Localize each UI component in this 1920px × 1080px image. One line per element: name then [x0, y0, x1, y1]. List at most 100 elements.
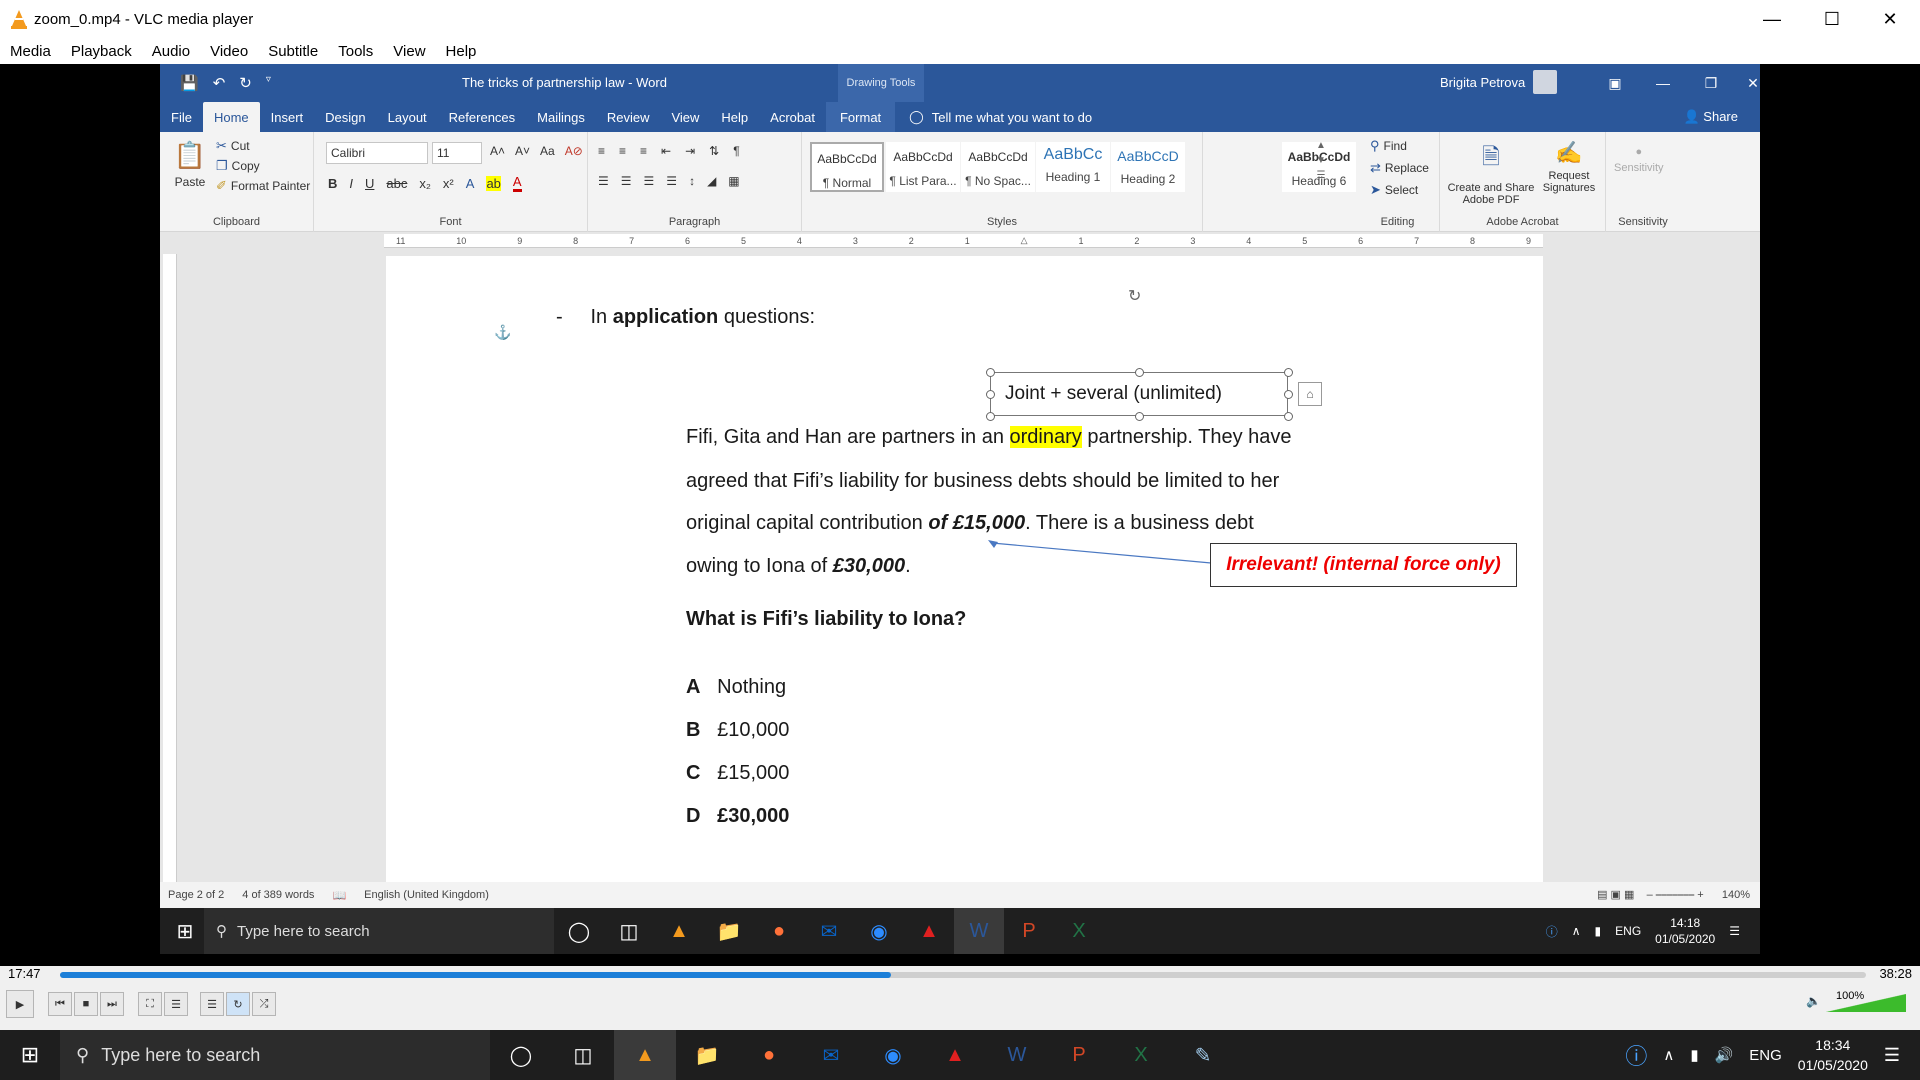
taskbar-clock[interactable]: 18:34 01/05/2020	[1798, 1035, 1868, 1075]
numbering-icon[interactable]: ≡	[619, 144, 626, 158]
align-right-icon[interactable]: ☰	[644, 174, 655, 188]
tell-me-box[interactable]: ◯ Tell me what you want to do	[909, 102, 1092, 132]
firefox-icon[interactable]: ●	[754, 908, 804, 954]
word-icon[interactable]: W	[954, 908, 1004, 954]
replace-button[interactable]: ⇄ Replace	[1370, 160, 1429, 176]
superscript-icon[interactable]: x²	[443, 176, 454, 191]
windows-start-icon[interactable]: ⊞	[160, 908, 210, 954]
fullscreen-button[interactable]: ⛶	[138, 992, 162, 1016]
excel-icon[interactable]: X	[1054, 908, 1104, 954]
callout-box[interactable]: Irrelevant! (internal force only)	[1210, 543, 1517, 587]
notification-icon[interactable]: ☰	[1884, 1045, 1900, 1066]
notification-icon[interactable]: ☰	[1729, 924, 1740, 938]
tab-format[interactable]: Format	[825, 102, 896, 132]
word-icon[interactable]: W	[986, 1030, 1048, 1080]
shrink-font-icon[interactable]: A˅	[515, 144, 530, 158]
align-left-icon[interactable]: ☰	[598, 174, 609, 188]
word-minimize-button[interactable]: —	[1640, 64, 1686, 102]
tab-home[interactable]: Home	[202, 102, 260, 132]
notepad-icon[interactable]: ✎	[1172, 1030, 1234, 1080]
proofing-icon[interactable]: 📖	[332, 889, 346, 902]
taskbar-lang[interactable]: ENG	[1749, 1047, 1782, 1064]
layout-options-icon[interactable]: ⌂	[1298, 382, 1322, 406]
seek-bar[interactable]	[60, 972, 1866, 978]
tab-acrobat[interactable]: Acrobat	[759, 102, 826, 132]
file-explorer-icon[interactable]: 📁	[704, 908, 754, 954]
customize-icon[interactable]: ▿	[266, 74, 271, 92]
excel-icon[interactable]: X	[1110, 1030, 1172, 1080]
style-no-spacing[interactable]: AaBbCcDd ¶ No Spac...	[961, 142, 1035, 192]
pilcrow-icon[interactable]: ¶	[733, 144, 739, 158]
word-restore-button[interactable]: ❐	[1688, 64, 1734, 102]
align-center-icon[interactable]: ☰	[621, 174, 632, 188]
styles-scroll[interactable]: ▲ ▼ ☰	[1316, 140, 1326, 181]
create-pdf-button[interactable]: 🗎 Create and Share Adobe PDF	[1446, 140, 1536, 206]
borders-icon[interactable]: ▦	[728, 174, 739, 188]
language[interactable]: English (United Kingdom)	[364, 889, 489, 901]
play-button[interactable]: ▶	[6, 990, 34, 1018]
resize-handle[interactable]	[986, 412, 995, 421]
cortana-icon[interactable]: ◯	[490, 1030, 552, 1080]
tab-view[interactable]: View	[660, 102, 710, 132]
zoom-icon[interactable]: ◉	[854, 908, 904, 954]
word-count[interactable]: 4 of 389 words	[242, 889, 314, 901]
minimize-button[interactable]: —	[1744, 0, 1800, 38]
windows-start-icon[interactable]: ⊞	[0, 1030, 60, 1080]
find-button[interactable]: ⚲ Find	[1370, 138, 1407, 154]
resize-handle[interactable]	[1135, 412, 1144, 421]
resize-handle[interactable]	[986, 368, 995, 377]
share-button[interactable]: 👤 Share	[1683, 109, 1738, 125]
tab-references[interactable]: References	[438, 102, 526, 132]
tab-design[interactable]: Design	[314, 102, 376, 132]
stop-button[interactable]: ■	[74, 992, 98, 1016]
video-area[interactable]: 💾 ↶ ↻ ▿ The tricks of partnership law - …	[0, 64, 1920, 966]
style-list-paragraph[interactable]: AaBbCcDd ¶ List Para...	[886, 142, 960, 192]
menu-tools[interactable]: Tools	[328, 43, 383, 60]
inner-lang[interactable]: ENG	[1615, 924, 1641, 938]
sort-icon[interactable]: ⇅	[709, 144, 719, 158]
highlight-icon[interactable]: ab	[486, 175, 501, 191]
previous-button[interactable]: ⏮	[48, 992, 72, 1016]
cortana-icon[interactable]: ◯	[554, 908, 604, 954]
style-heading-2[interactable]: AaBbCcD Heading 2	[1111, 142, 1185, 192]
tab-review[interactable]: Review	[596, 102, 661, 132]
user-name[interactable]: Brigita Petrova	[1440, 75, 1525, 90]
tray-chevron-icon[interactable]: ∧	[1663, 1046, 1674, 1064]
acrobat-icon[interactable]: ▲	[924, 1030, 986, 1080]
menu-playback[interactable]: Playback	[61, 43, 142, 60]
change-case-icon[interactable]: Aa	[540, 144, 555, 158]
select-button[interactable]: ➤ Select	[1370, 182, 1418, 198]
zoom-icon[interactable]: ◉	[862, 1030, 924, 1080]
menu-view[interactable]: View	[383, 43, 435, 60]
menu-video[interactable]: Video	[200, 43, 258, 60]
strikethrough-icon[interactable]: abc	[386, 176, 407, 191]
tab-layout[interactable]: Layout	[377, 102, 438, 132]
grow-font-icon[interactable]: A˄	[490, 144, 505, 158]
tab-help[interactable]: Help	[710, 102, 759, 132]
chevron-down-icon[interactable]: ▼	[1316, 155, 1326, 166]
horizontal-ruler[interactable]: 11 10 9 8 7 6 5 4 3 2 1 △ 1 2 3 4 5 6 7 8 9	[384, 234, 1543, 248]
italic-icon[interactable]: I	[349, 176, 353, 191]
menu-audio[interactable]: Audio	[142, 43, 200, 60]
copy-button[interactable]: ❐ Copy	[216, 158, 260, 174]
tab-file[interactable]: File	[160, 102, 203, 132]
avatar[interactable]	[1533, 70, 1557, 94]
redo-icon[interactable]: ↻	[239, 74, 252, 92]
menu-media[interactable]: Media	[0, 43, 61, 60]
selected-text-box[interactable]: Joint + several (unlimited)	[990, 372, 1288, 416]
resize-handle[interactable]	[986, 390, 995, 399]
powerpoint-icon[interactable]: P	[1004, 908, 1054, 954]
outlook-icon[interactable]: ✉	[804, 908, 854, 954]
ribbon-display-icon[interactable]: ▣	[1592, 64, 1638, 102]
decrease-indent-icon[interactable]: ⇤	[661, 144, 671, 158]
shading-icon[interactable]: ◢	[707, 174, 716, 188]
taskbar-search-box[interactable]: ⚲ Type here to search	[60, 1030, 490, 1080]
vertical-ruler[interactable]	[163, 254, 177, 882]
multilevel-list-icon[interactable]: ≡	[640, 144, 647, 158]
tray-chevron-icon[interactable]: ∧	[1572, 924, 1581, 938]
tab-insert[interactable]: Insert	[260, 102, 315, 132]
tab-mailings[interactable]: Mailings	[526, 102, 596, 132]
total-time[interactable]: 38:28	[1879, 966, 1912, 981]
rotate-handle-icon[interactable]: ↻	[1128, 286, 1141, 306]
request-signatures-button[interactable]: ✍ Request Signatures	[1538, 140, 1600, 194]
